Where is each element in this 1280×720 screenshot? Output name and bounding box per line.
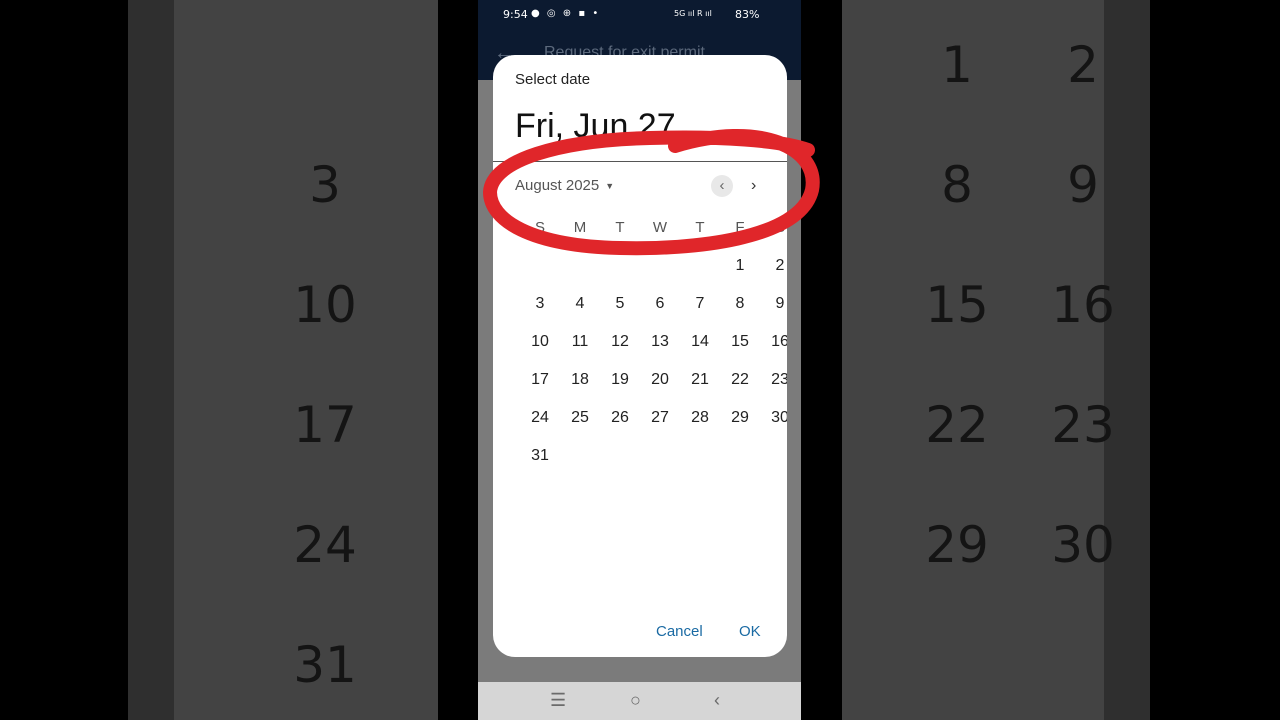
calendar-day[interactable]: 16 bbox=[762, 333, 787, 351]
calendar-day[interactable]: 29 bbox=[722, 409, 758, 427]
calendar-day[interactable]: 14 bbox=[682, 333, 718, 351]
date-picker-dialog: Select date Fri, Jun 27 August 2025 ▼ ‹ … bbox=[493, 55, 787, 657]
calendar-day[interactable]: 15 bbox=[722, 333, 758, 351]
background-number: 23 bbox=[1051, 396, 1115, 454]
signal-icon: 5G ııl R ııl bbox=[674, 9, 712, 18]
background-number: 8 bbox=[941, 156, 973, 214]
calendar-day[interactable]: 24 bbox=[522, 409, 558, 427]
calendar-day[interactable]: 2 bbox=[762, 257, 787, 275]
background-strip-right bbox=[1104, 0, 1150, 720]
ok-button[interactable]: OK bbox=[739, 623, 761, 640]
dialog-label: Select date bbox=[515, 71, 591, 88]
background-strip-left bbox=[128, 0, 174, 720]
weekday-header: M bbox=[573, 219, 587, 236]
calendar-day[interactable]: 11 bbox=[562, 333, 598, 351]
menu-icon[interactable]: ☰ bbox=[550, 690, 566, 711]
month-year-button[interactable]: August 2025 ▼ bbox=[515, 177, 614, 194]
notification-icons: ● ◎ ⊕ ▪ • bbox=[531, 8, 601, 19]
weekday-header: F bbox=[735, 219, 745, 236]
background-number: 30 bbox=[1051, 516, 1115, 574]
calendar-day[interactable]: 27 bbox=[642, 409, 678, 427]
calendar-day[interactable]: 10 bbox=[522, 333, 558, 351]
weekday-header: S bbox=[774, 219, 785, 236]
caret-down-icon: ▼ bbox=[605, 180, 615, 191]
status-time: 9:54 bbox=[503, 8, 528, 21]
calendar-day[interactable]: 12 bbox=[602, 333, 638, 351]
background-number: 16 bbox=[1051, 276, 1115, 334]
background-number: 15 bbox=[925, 276, 989, 334]
month-year-label: August 2025 bbox=[515, 177, 600, 194]
calendar-day[interactable]: 18 bbox=[562, 371, 598, 389]
calendar-day[interactable]: 13 bbox=[642, 333, 678, 351]
calendar-day[interactable]: 28 bbox=[682, 409, 718, 427]
calendar-day[interactable]: 9 bbox=[762, 295, 787, 313]
calendar-day[interactable]: 26 bbox=[602, 409, 638, 427]
background-number: 3 bbox=[309, 156, 341, 214]
calendar-day[interactable]: 8 bbox=[722, 295, 758, 313]
calendar-day[interactable]: 1 bbox=[722, 257, 758, 275]
chevron-right-icon[interactable]: › bbox=[751, 175, 756, 197]
calendar-day[interactable]: 5 bbox=[602, 295, 638, 313]
home-icon[interactable]: ○ bbox=[630, 690, 641, 711]
navigation-bar: ☰ ○ ‹ bbox=[478, 682, 801, 720]
back-icon[interactable]: ‹ bbox=[714, 690, 720, 711]
background-number: 10 bbox=[293, 276, 357, 334]
calendar-day[interactable]: 31 bbox=[522, 447, 558, 465]
background-number: 1 bbox=[941, 36, 973, 94]
background-number: 22 bbox=[925, 396, 989, 454]
selected-date: Fri, Jun 27 bbox=[515, 107, 676, 145]
weekday-header: W bbox=[652, 219, 668, 236]
calendar-day[interactable]: 3 bbox=[522, 295, 558, 313]
calendar-day[interactable]: 22 bbox=[722, 371, 758, 389]
background-number: 31 bbox=[293, 636, 357, 694]
calendar-day[interactable]: 20 bbox=[642, 371, 678, 389]
battery-level: 83% bbox=[735, 8, 760, 21]
background-number: 2 bbox=[1067, 36, 1099, 94]
cancel-button[interactable]: Cancel bbox=[656, 623, 703, 640]
chevron-left-icon[interactable]: ‹ bbox=[711, 175, 733, 197]
background-number: 24 bbox=[293, 516, 357, 574]
background-number: 29 bbox=[925, 516, 989, 574]
calendar-day[interactable]: 7 bbox=[682, 295, 718, 313]
weekday-header: T bbox=[695, 219, 705, 236]
calendar-day[interactable]: 17 bbox=[522, 371, 558, 389]
status-bar: 9:54 ● ◎ ⊕ ▪ • 5G ııl R ııl 83% bbox=[478, 0, 801, 30]
background-number: 17 bbox=[293, 396, 357, 454]
weekday-header: T bbox=[615, 219, 625, 236]
header-divider bbox=[493, 161, 787, 162]
background-left bbox=[128, 0, 438, 720]
calendar-day[interactable]: 19 bbox=[602, 371, 638, 389]
calendar-day[interactable]: 21 bbox=[682, 371, 718, 389]
background-number: 9 bbox=[1067, 156, 1099, 214]
weekday-header: S bbox=[534, 219, 545, 236]
calendar-day[interactable]: 25 bbox=[562, 409, 598, 427]
calendar-day[interactable]: 23 bbox=[762, 371, 787, 389]
calendar-day[interactable]: 30 bbox=[762, 409, 787, 427]
calendar-day[interactable]: 6 bbox=[642, 295, 678, 313]
phone-screen: 9:54 ● ◎ ⊕ ▪ • 5G ııl R ııl 83% ← Reques… bbox=[478, 0, 801, 720]
calendar-day[interactable]: 4 bbox=[562, 295, 598, 313]
